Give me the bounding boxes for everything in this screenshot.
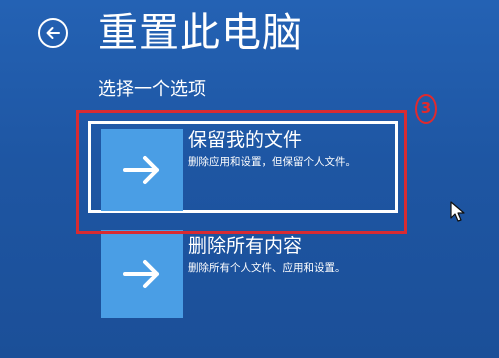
reset-pc-screen: 重置此电脑 选择一个选项 3 保留我的文件 删除应用和设置，但保留个人文件。 删…: [0, 0, 499, 358]
mouse-cursor-icon: [450, 201, 465, 222]
remove-everything-description: 删除所有个人文件、应用和设置。: [188, 262, 346, 274]
remove-everything-title: 删除所有内容: [188, 235, 303, 257]
remove-everything-option[interactable]: 删除所有内容 删除所有个人文件、应用和设置。: [88, 228, 398, 320]
arrow-right-icon: [123, 260, 159, 288]
highlight-box: [76, 110, 407, 234]
choose-option-label: 选择一个选项: [98, 79, 206, 100]
back-arrow-icon: [46, 27, 60, 39]
back-button[interactable]: [38, 18, 68, 48]
step-annotation: 3: [415, 94, 437, 124]
remove-everything-tile: [101, 230, 183, 318]
page-title: 重置此电脑: [98, 10, 303, 56]
